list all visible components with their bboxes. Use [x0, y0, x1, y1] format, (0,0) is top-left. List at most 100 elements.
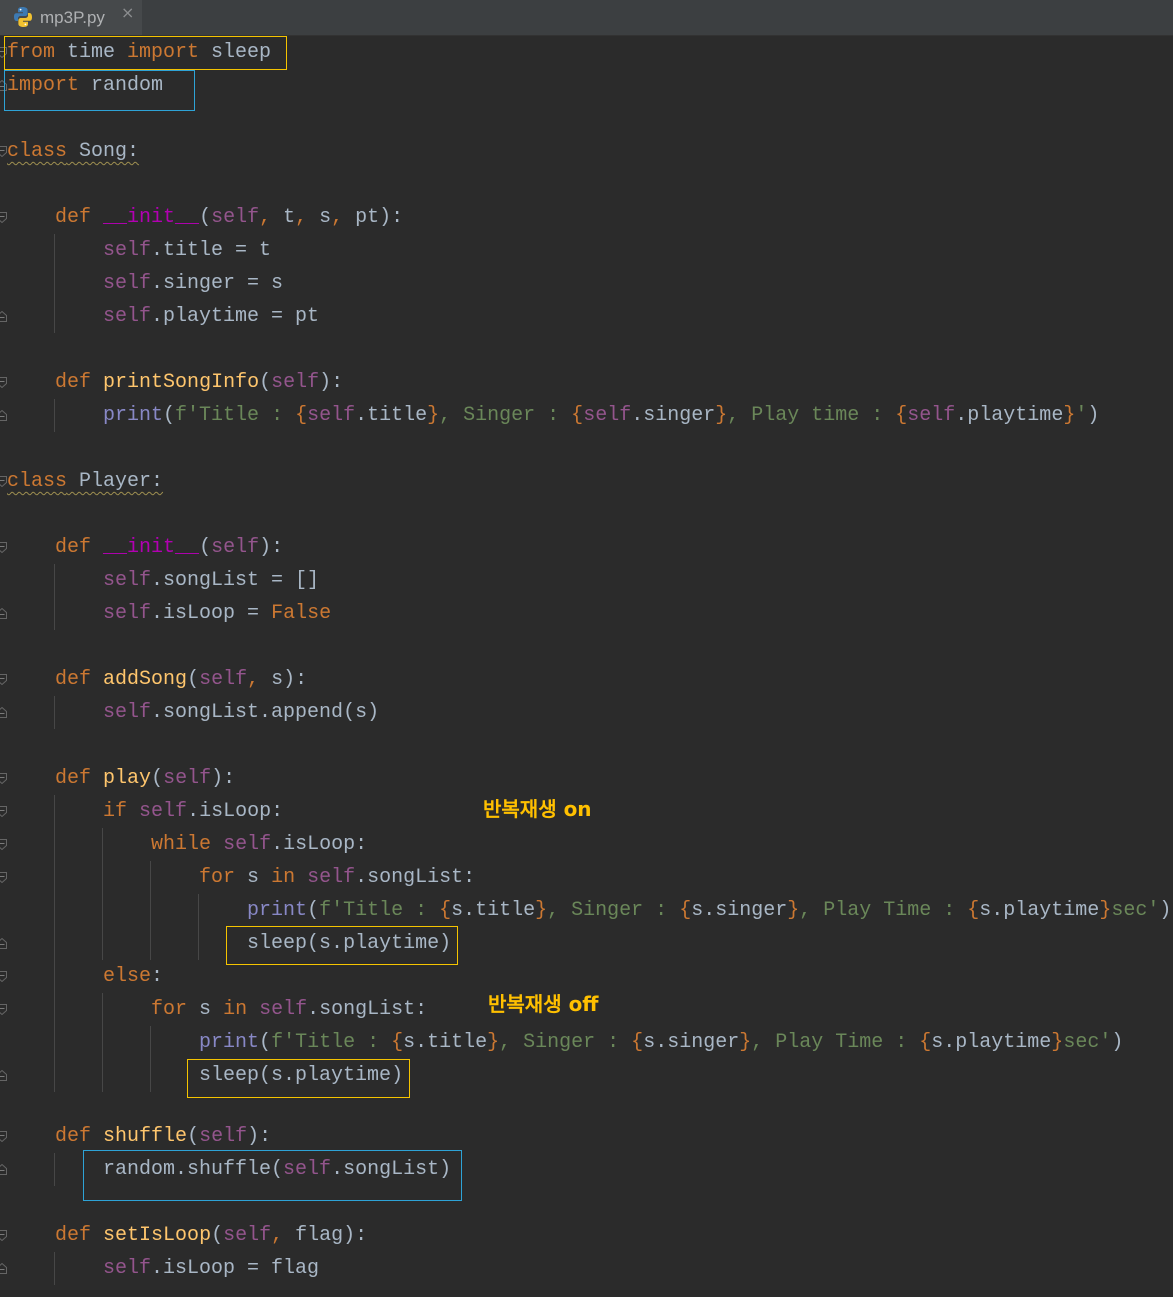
code-line[interactable]: sleep(s.playtime) — [0, 1059, 1173, 1092]
code-line[interactable]: class Song: — [0, 135, 1173, 168]
code-token: ): — [319, 371, 344, 394]
fold-start-icon[interactable] — [0, 377, 7, 389]
code-line[interactable]: sleep(s.playtime) — [0, 927, 1173, 960]
code-line[interactable]: else: — [0, 960, 1173, 993]
code-line[interactable]: print(f'Title : {s.title}, Singer : {s.s… — [0, 1026, 1173, 1059]
code-editor[interactable]: from time import sleep import random class… — [0, 36, 1173, 1297]
fold-start-icon[interactable] — [0, 773, 7, 785]
indent-guide — [54, 828, 55, 861]
pep8-weak-warning[interactable]: class Song: — [7, 140, 139, 163]
fold-start-icon[interactable] — [0, 542, 7, 554]
code-token: print — [199, 1031, 260, 1054]
code-line[interactable] — [0, 729, 1173, 762]
code-line[interactable]: def __init__(self): — [0, 531, 1173, 564]
fold-end-icon[interactable] — [0, 1069, 7, 1081]
fold-end-icon[interactable] — [0, 937, 7, 949]
code-token: } — [1051, 1031, 1064, 1054]
fold-end-icon[interactable] — [0, 706, 7, 718]
code-line[interactable] — [0, 1092, 1173, 1120]
code-token: def — [55, 536, 92, 559]
annotation-label-loop-on: 반복재생 on — [483, 797, 592, 821]
code-line[interactable]: def addSong(self, s): — [0, 663, 1173, 696]
fold-start-icon[interactable] — [0, 839, 7, 851]
code-token: f'Title : — [175, 404, 296, 427]
fold-start-icon[interactable] — [0, 1131, 7, 1143]
code-token: while — [151, 833, 212, 856]
code-line[interactable]: self.songList = [] — [0, 564, 1173, 597]
code-token: s — [187, 998, 224, 1021]
fold-start-icon[interactable] — [0, 1004, 7, 1016]
indent-guide — [54, 795, 55, 828]
code-line[interactable] — [0, 498, 1173, 531]
indent-guide — [198, 927, 199, 960]
fold-start-icon[interactable] — [0, 1230, 7, 1242]
indent-guide — [54, 993, 55, 1026]
indent-guide — [54, 1252, 55, 1285]
code-line[interactable]: def shuffle(self): — [0, 1120, 1173, 1153]
code-line[interactable] — [0, 333, 1173, 366]
code-token: class — [7, 470, 68, 493]
code-token: f'Title : — [319, 899, 440, 922]
editor-tab-mp3p-py[interactable]: mp3P.py × — [0, 0, 142, 35]
code-line[interactable]: self.songList.append(s) — [0, 696, 1173, 729]
code-token: f'Title : — [271, 1031, 392, 1054]
fold-start-icon[interactable] — [0, 806, 7, 818]
code-token: in — [271, 866, 296, 889]
pep8-weak-warning[interactable]: class Player: — [7, 470, 163, 493]
close-icon[interactable]: × — [121, 3, 134, 23]
code-line[interactable]: class Player: — [0, 465, 1173, 498]
code-line[interactable]: def play(self): — [0, 762, 1173, 795]
code-token: { — [295, 404, 308, 427]
fold-end-icon[interactable] — [0, 310, 7, 322]
code-token: s): — [271, 668, 308, 691]
code-token: { — [571, 404, 584, 427]
code-line[interactable] — [0, 432, 1173, 465]
fold-start-icon[interactable] — [0, 971, 7, 983]
code-token: self — [307, 866, 356, 889]
indent-guide — [54, 960, 55, 993]
code-line[interactable] — [0, 168, 1173, 201]
fold-end-icon[interactable] — [0, 1262, 7, 1274]
code-line[interactable]: print(f'Title : {self.title}, Singer : {… — [0, 399, 1173, 432]
code-token: s — [235, 866, 272, 889]
fold-start-icon[interactable] — [0, 872, 7, 884]
code-line[interactable]: while self.isLoop: — [0, 828, 1173, 861]
code-token: s.title — [403, 1031, 488, 1054]
fold-end-icon[interactable] — [0, 1163, 7, 1175]
code-line[interactable]: self.playtime = pt — [0, 300, 1173, 333]
code-token: } — [739, 1031, 752, 1054]
fold-start-icon[interactable] — [0, 212, 7, 224]
indent-guide — [54, 927, 55, 960]
fold-start-icon[interactable] — [0, 674, 7, 686]
fold-start-icon[interactable] — [0, 146, 7, 158]
indent-guide — [102, 993, 103, 1026]
code-line[interactable]: for s in self.songList: — [0, 861, 1173, 894]
code-token: , Play Time : — [751, 1031, 920, 1054]
fold-start-icon[interactable] — [0, 476, 7, 488]
fold-end-icon[interactable] — [0, 607, 7, 619]
indent-guide — [54, 1059, 55, 1092]
code-line[interactable]: self.title = t — [0, 234, 1173, 267]
code-line[interactable]: def printSongInfo(self): — [0, 366, 1173, 399]
code-token: def — [55, 371, 92, 394]
code-line[interactable]: def __init__(self, t, s, pt): — [0, 201, 1173, 234]
code-line[interactable]: print(f'Title : {s.title}, Singer : {s.s… — [0, 894, 1173, 927]
code-token: .playtime — [955, 404, 1064, 427]
code-line[interactable]: def setIsLoop(self, flag): — [0, 1219, 1173, 1252]
code-line[interactable]: self.singer = s — [0, 267, 1173, 300]
fold-end-icon[interactable] — [0, 409, 7, 421]
code-token: self — [211, 536, 260, 559]
code-token: { — [439, 899, 452, 922]
code-line[interactable] — [0, 630, 1173, 663]
code-token: ( — [211, 1224, 224, 1247]
code-line[interactable]: self.isLoop = flag — [0, 1252, 1173, 1285]
code-line[interactable]: self.isLoop = False — [0, 597, 1173, 630]
